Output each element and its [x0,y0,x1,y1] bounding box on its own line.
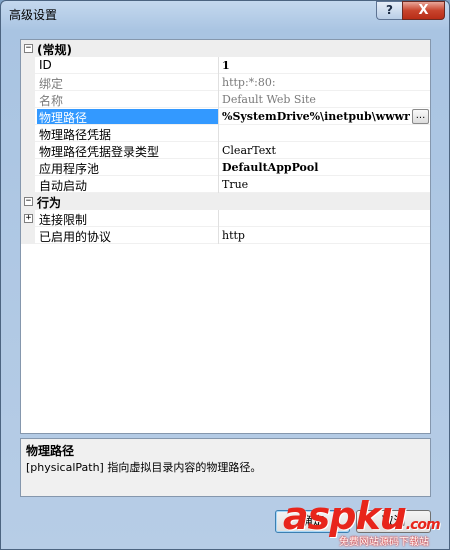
property-value[interactable]: http:*:80: [222,76,412,89]
property-row-auto-start[interactable]: 自动启动 True [21,176,430,193]
property-name: 应用程序池 [39,162,100,176]
close-button[interactable]: X [402,1,445,20]
dialog-window: 高级设置 ? X − (常规) ID 1 绑定 http:*:80: 名称 De… [0,0,450,550]
collapse-icon[interactable]: − [24,197,33,206]
property-row-physical-path[interactable]: 物理路径 %SystemDrive%\inetpub\wwwroot ... [21,108,430,125]
dialog-title: 高级设置 [9,8,58,22]
property-name: ID [39,58,52,72]
property-name: 绑定 [39,77,64,91]
description-title: 物理路径 [26,444,75,458]
property-name: 物理路径 [37,109,218,124]
property-row-limits[interactable]: + 连接限制 [21,210,430,227]
category-behavior[interactable]: − 行为 [21,193,430,210]
help-button[interactable]: ? [376,1,402,20]
property-value[interactable]: ClearText [222,144,412,157]
property-name: 物理路径凭据登录类型 [39,145,160,159]
description-text: [physicalPath] 指向虚拟目录内容的物理路径。 [26,461,262,474]
property-row-credentials[interactable]: 物理路径凭据 [21,125,430,142]
property-row-id[interactable]: ID 1 [21,57,430,74]
cancel-button[interactable]: 取消 [356,510,431,533]
property-row-protocols[interactable]: 已启用的协议 http [21,227,430,244]
property-value[interactable]: DefaultAppPool [222,161,412,174]
watermark-subtitle: 免费网站源码下载站 [339,537,429,548]
category-label: (常规) [37,43,72,57]
category-general[interactable]: − (常规) [21,40,430,57]
property-row-binding[interactable]: 绑定 http:*:80: [21,74,430,91]
property-value[interactable]: Default Web Site [222,93,412,106]
property-name: 物理路径凭据 [39,128,112,142]
category-label: 行为 [37,196,62,210]
property-name: 名称 [39,94,64,108]
property-row-logon-type[interactable]: 物理路径凭据登录类型 ClearText [21,142,430,159]
ok-button[interactable]: 确定 [275,510,350,533]
property-value[interactable]: http [222,229,412,242]
expand-icon[interactable]: + [24,214,33,223]
browse-button[interactable]: ... [412,109,429,124]
property-row-app-pool[interactable]: 应用程序池 DefaultAppPool [21,159,430,176]
description-pane: 物理路径 [physicalPath] 指向虚拟目录内容的物理路径。 [20,438,431,497]
property-value[interactable]: True [222,178,412,191]
property-name: 已启用的协议 [39,230,112,244]
property-name: 连接限制 [39,213,88,227]
property-grid: − (常规) ID 1 绑定 http:*:80: 名称 Default Web… [20,39,431,434]
property-name: 自动启动 [39,179,88,193]
collapse-icon[interactable]: − [24,44,33,53]
property-row-name[interactable]: 名称 Default Web Site [21,91,430,108]
property-value[interactable]: 1 [222,59,412,72]
property-value[interactable]: %SystemDrive%\inetpub\wwwroot [222,110,410,123]
